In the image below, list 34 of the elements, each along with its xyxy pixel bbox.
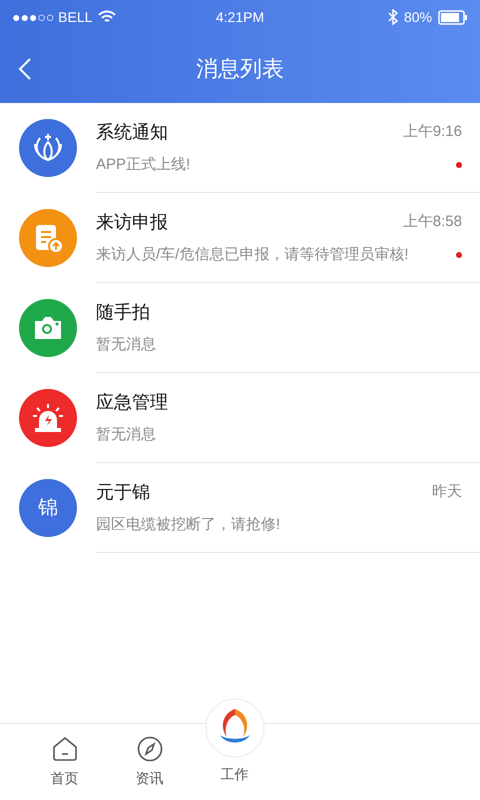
- message-item[interactable]: 锦 元于锦 昨天 园区电缆被挖断了，请抢修!: [0, 463, 480, 553]
- tab-item[interactable]: 首页: [22, 736, 107, 789]
- message-item[interactable]: 来访申报 上午8:58 来访人员/车/危信息已申报，请等待管理员审核!: [0, 193, 480, 283]
- message-title: 系统通知: [96, 120, 168, 144]
- message-item[interactable]: 系统通知 上午9:16 APP正式上线!: [0, 103, 480, 193]
- message-preview: 园区电缆被挖断了，请抢修!: [96, 514, 280, 535]
- camera-icon: [32, 314, 64, 342]
- message-title: 来访申报: [96, 210, 168, 234]
- wifi-icon: [98, 10, 116, 24]
- alarm-light-icon: [31, 402, 65, 434]
- message-title: 随手拍: [96, 300, 150, 324]
- bluetooth-icon: [388, 9, 398, 25]
- message-preview: APP正式上线!: [96, 154, 190, 175]
- message-time: 上午8:58: [402, 212, 462, 232]
- carrier-label: ●●●○○ BELL: [12, 8, 92, 26]
- compass-icon: [136, 736, 162, 762]
- battery-percent: 80%: [404, 8, 432, 26]
- message-preview: 暂无消息: [96, 334, 156, 355]
- avatar: 锦: [19, 479, 77, 537]
- home-icon: [52, 736, 78, 762]
- message-title: 应急管理: [96, 390, 168, 414]
- message-time: 上午9:16: [402, 122, 462, 142]
- message-item[interactable]: 应急管理 暂无消息: [0, 373, 480, 463]
- message-time: 昨天: [432, 482, 462, 502]
- back-icon: [18, 56, 32, 80]
- tab-item[interactable]: 工作: [192, 698, 277, 785]
- clock: 4:21PM: [214, 8, 266, 26]
- message-preview: 暂无消息: [96, 424, 156, 445]
- message-item[interactable]: 随手拍 暂无消息: [0, 283, 480, 373]
- battery-icon: [438, 10, 468, 24]
- tab-item[interactable]: 资讯: [107, 736, 192, 789]
- message-preview: 来访人员/车/危信息已申报，请等待管理员审核!: [96, 244, 409, 265]
- message-title: 元于锦: [96, 480, 150, 504]
- page-title: 消息列表: [196, 55, 284, 83]
